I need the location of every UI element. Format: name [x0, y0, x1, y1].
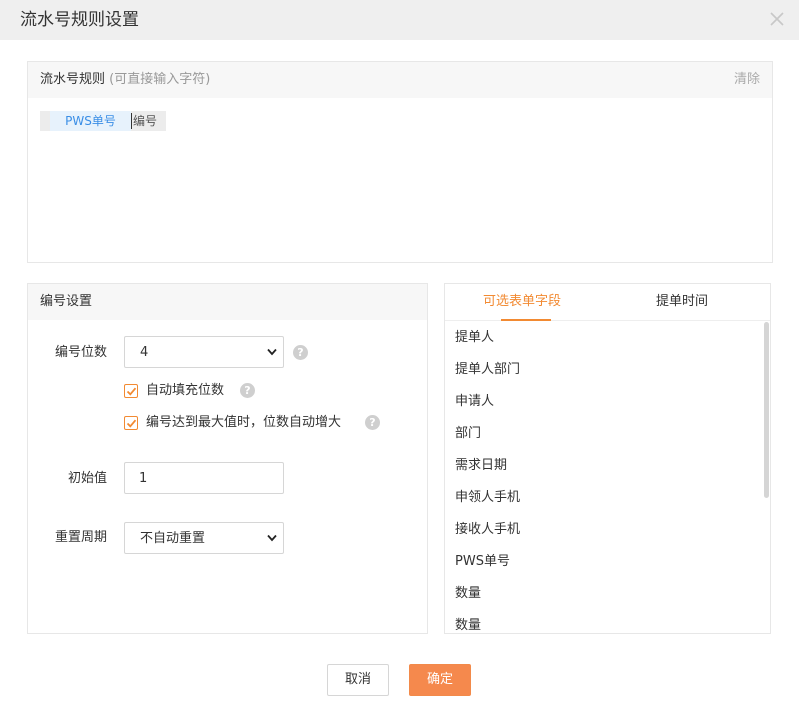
reset-cycle-select[interactable]: 不自动重置 — [124, 522, 284, 554]
chevron-down-icon — [267, 348, 277, 356]
list-item[interactable]: 需求日期 — [455, 457, 507, 475]
list-item[interactable]: 数量 — [455, 617, 481, 633]
reset-cycle-label: 重置周期 — [54, 530, 107, 545]
serial-rule-hint: (可直接输入字符) — [109, 72, 211, 87]
digits-select-value: 4 — [140, 345, 149, 360]
numbering-settings-header: 编号设置 — [28, 284, 427, 320]
serial-rule-panel: 流水号规则 (可直接输入字符) 清除 PWS单号 编号 — [27, 61, 773, 263]
reset-cycle-value: 不自动重置 — [140, 531, 206, 546]
field-tabs: 可选表单字段 提单时间 — [445, 284, 770, 321]
serial-rule-header: 流水号规则 (可直接输入字符) 清除 — [28, 62, 772, 98]
digits-help-icon[interactable]: ? — [293, 345, 308, 360]
auto-grow-label: 编号达到最大值时，位数自动增大 — [146, 415, 342, 430]
list-item[interactable]: 提单人部门 — [455, 361, 520, 379]
list-item[interactable]: PWS单号 — [455, 553, 510, 571]
auto-grow-checkbox[interactable] — [124, 416, 138, 430]
close-icon[interactable] — [766, 8, 788, 30]
form-fields-panel: 可选表单字段 提单时间 提单人 提单人部门 申请人 部门 需求日期 申领人手机 … — [444, 283, 771, 634]
list-item[interactable]: 提单人 — [455, 329, 494, 347]
chevron-down-icon — [267, 534, 277, 542]
dialog-header: 流水号规则设置 — [0, 0, 799, 40]
rule-token-group: PWS单号 编号 — [40, 111, 166, 131]
active-tab-indicator — [501, 319, 551, 321]
list-item[interactable]: 申领人手机 — [455, 489, 520, 507]
text-caret — [131, 113, 132, 129]
auto-fill-help-icon[interactable]: ? — [240, 383, 255, 398]
serial-rule-title: 流水号规则 (可直接输入字符) — [40, 71, 210, 89]
auto-fill-label: 自动填充位数 — [146, 383, 225, 398]
list-item[interactable]: 部门 — [455, 425, 481, 443]
clear-button[interactable]: 清除 — [734, 71, 760, 89]
tab-form-fields[interactable]: 可选表单字段 — [483, 293, 561, 311]
numbering-settings-panel: 编号设置 编号位数 4 ? 自动填充位数 ? 编号达到最大值时，位数自动增大 ?… — [27, 283, 428, 634]
list-item[interactable]: 接收人手机 — [455, 521, 520, 539]
cancel-button[interactable]: 取消 — [327, 664, 389, 696]
initial-value-text: 1 — [139, 471, 148, 486]
list-item[interactable]: 数量 — [455, 585, 481, 603]
field-list-scrollbar[interactable] — [764, 322, 769, 498]
confirm-button[interactable]: 确定 — [409, 664, 471, 696]
rule-token-pws[interactable]: PWS单号 — [50, 111, 131, 131]
checkmark-icon — [126, 419, 137, 428]
auto-grow-help-icon[interactable]: ? — [365, 415, 380, 430]
dialog-title: 流水号规则设置 — [20, 10, 139, 30]
numbering-settings-title: 编号设置 — [40, 294, 93, 309]
tab-submit-time[interactable]: 提单时间 — [656, 293, 708, 311]
serial-rule-label: 流水号规则 — [40, 72, 106, 87]
digits-label: 编号位数 — [54, 345, 107, 360]
digits-select[interactable]: 4 — [124, 336, 284, 368]
checkmark-icon — [126, 387, 137, 396]
list-item[interactable]: 申请人 — [455, 393, 494, 411]
rule-token-number[interactable]: 编号 — [133, 111, 157, 131]
initial-value-input[interactable]: 1 — [124, 462, 284, 494]
initial-value-label: 初始值 — [67, 471, 107, 486]
auto-fill-checkbox[interactable] — [124, 384, 138, 398]
field-list: 提单人 提单人部门 申请人 部门 需求日期 申领人手机 接收人手机 PWS单号 … — [445, 322, 770, 633]
